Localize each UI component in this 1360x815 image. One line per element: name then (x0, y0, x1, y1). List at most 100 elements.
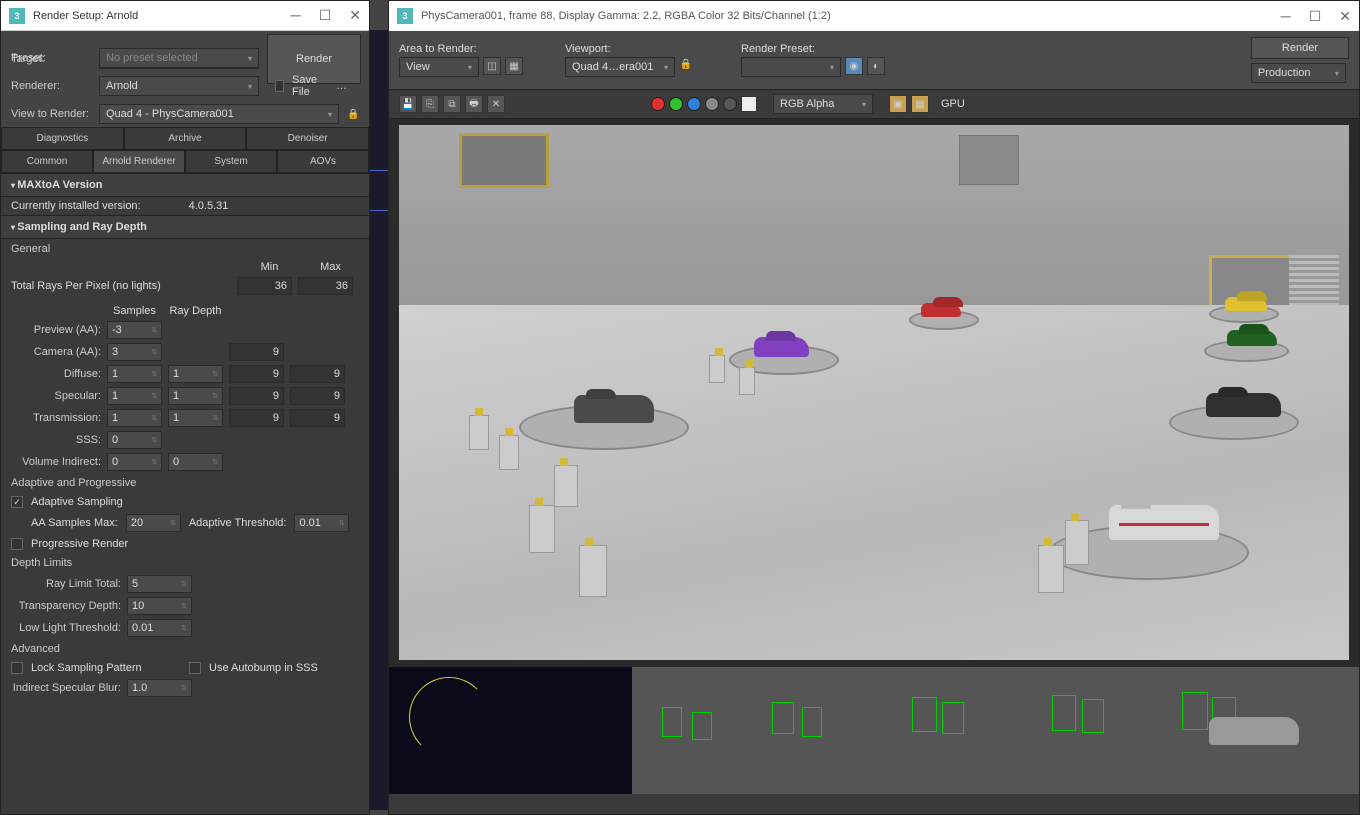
window-title: Render Setup: Arnold (33, 10, 138, 22)
renderer-dropdown[interactable]: Arnold (99, 76, 259, 96)
area-dropdown[interactable]: View (399, 57, 479, 77)
maxtoa-header[interactable]: MAXtoA Version (1, 173, 369, 197)
row-label: Volume Indirect: (11, 456, 101, 468)
maximize-icon[interactable]: ☐ (319, 7, 332, 24)
adaptive-threshold-spinner[interactable]: 0.01 (294, 514, 349, 532)
render-preset-dropdown[interactable] (741, 57, 841, 77)
raydepth-header: Ray Depth (168, 305, 223, 317)
value-1: 9 (229, 343, 284, 361)
mono-channel-icon[interactable] (723, 97, 737, 111)
preset-icon-1[interactable]: ◉ (845, 57, 863, 75)
adaptive-sampling-label: Adaptive Sampling (31, 496, 123, 508)
green-channel-icon[interactable] (669, 97, 683, 111)
samples-spinner[interactable]: 0 (107, 431, 162, 449)
preset-icon-2[interactable]: ◐ (867, 57, 885, 75)
sampling-row: Preview (AA): -3 (1, 319, 369, 341)
view-to-render-label: View to Render: (11, 108, 91, 120)
close-icon[interactable]: ✕ (1339, 8, 1351, 25)
save-file-checkbox[interactable] (275, 80, 284, 92)
row-label: Preview (AA): (11, 324, 101, 336)
installed-version-label: Currently installed version: (11, 200, 141, 212)
low-light-label: Low Light Threshold: (11, 622, 121, 634)
depth-spinner[interactable]: 1 (168, 387, 223, 405)
blue-channel-icon[interactable] (687, 97, 701, 111)
indirect-specular-label: Indirect Specular Blur: (11, 682, 121, 694)
tabs-row-2: Common Arnold Renderer System AOVs (1, 150, 369, 173)
lock-sampling-label: Lock Sampling Pattern (31, 662, 181, 674)
samples-spinner[interactable]: 1 (107, 365, 162, 383)
minimize-icon[interactable]: ─ (291, 7, 301, 24)
fb-icon-2[interactable]: ▦ (911, 95, 929, 113)
viewport-dropdown[interactable]: Quad 4…era001 (565, 57, 675, 77)
autobump-checkbox[interactable] (189, 662, 201, 674)
ray-limit-spinner[interactable]: 5 (127, 575, 192, 593)
autobump-label: Use Autobump in SSS (209, 662, 318, 674)
area-to-render-label: Area to Render: (399, 43, 539, 55)
tab-aovs[interactable]: AOVs (277, 150, 369, 173)
channel-dropdown[interactable]: RGB Alpha (773, 94, 873, 114)
samples-spinner[interactable]: 1 (107, 409, 162, 427)
samples-header: Samples (107, 305, 162, 317)
wireframe-viewport[interactable] (389, 667, 1359, 794)
render-window-title: PhysCamera001, frame 88, Display Gamma: … (421, 10, 831, 22)
crop-icon[interactable]: ▦ (505, 57, 523, 75)
samples-spinner[interactable]: 1 (107, 387, 162, 405)
red-channel-icon[interactable] (651, 97, 665, 111)
adaptive-header: Adaptive and Progressive (1, 473, 369, 493)
adaptive-sampling-checkbox[interactable] (11, 496, 23, 508)
min-header: Min (242, 261, 297, 273)
alpha-channel-icon[interactable] (705, 97, 719, 111)
samples-spinner[interactable]: -3 (107, 321, 162, 339)
view-to-render-dropdown[interactable]: Quad 4 - PhysCamera001 (99, 104, 339, 124)
transparency-depth-spinner[interactable]: 10 (127, 597, 192, 615)
swatch-icon[interactable] (741, 96, 757, 112)
transparency-depth-label: Transparency Depth: (11, 600, 121, 612)
sampling-row: SSS:0 (1, 429, 369, 451)
render-button-main[interactable]: Render (1251, 37, 1349, 59)
maximize-icon[interactable]: ☐ (1309, 8, 1322, 25)
save-icon[interactable]: 💾 (399, 95, 417, 113)
copy-icon[interactable]: ⎘ (421, 95, 439, 113)
low-light-spinner[interactable]: 0.01 (127, 619, 192, 637)
sampling-header[interactable]: Sampling and Ray Depth (1, 215, 369, 239)
render-preset-label: Render Preset: (741, 43, 901, 55)
viewport-lock-icon[interactable] (679, 57, 693, 71)
sampling-row: Camera (AA):39 (1, 341, 369, 363)
save-file-browse[interactable]: … (332, 78, 351, 94)
clone-icon[interactable]: ⧉ (443, 95, 461, 113)
minimize-icon[interactable]: ─ (1281, 8, 1291, 25)
lock-icon[interactable] (347, 107, 359, 121)
tab-archive[interactable]: Archive (124, 127, 247, 150)
depth-spinner[interactable]: 1 (168, 409, 223, 427)
depth-spinner[interactable]: 1 (168, 365, 223, 383)
tab-common[interactable]: Common (1, 150, 93, 173)
progressive-checkbox[interactable] (11, 538, 23, 550)
sampling-row: Transmission:1199 (1, 407, 369, 429)
tab-system[interactable]: System (185, 150, 277, 173)
max-header: Max (303, 261, 358, 273)
lock-sampling-checkbox[interactable] (11, 662, 23, 674)
samples-spinner[interactable]: 3 (107, 343, 162, 361)
delete-icon[interactable]: ✕ (487, 95, 505, 113)
tab-diagnostics[interactable]: Diagnostics (1, 127, 124, 150)
preset-dropdown[interactable]: No preset selected (99, 48, 259, 68)
close-icon[interactable]: ✕ (349, 7, 361, 24)
save-file-label: Save File (292, 74, 324, 98)
installed-version: 4.0.5.31 (189, 200, 229, 212)
aa-max-spinner[interactable]: 20 (126, 514, 181, 532)
value-2: 9 (290, 409, 345, 427)
production-dropdown[interactable]: Production (1251, 63, 1346, 83)
print-icon[interactable]: 🖶 (465, 95, 483, 113)
tab-arnold-renderer[interactable]: Arnold Renderer (93, 150, 185, 173)
gpu-label: GPU (941, 98, 965, 110)
samples-spinner[interactable]: 0 (107, 453, 162, 471)
app-icon: 3 (9, 8, 25, 24)
region-icon[interactable]: ◫ (483, 57, 501, 75)
render-viewport[interactable] (389, 119, 1359, 667)
fb-icon-1[interactable]: ▣ (889, 95, 907, 113)
depth-spinner[interactable]: 0 (168, 453, 223, 471)
indirect-specular-spinner[interactable]: 1.0 (127, 679, 192, 697)
value-2: 9 (290, 387, 345, 405)
tab-denoiser[interactable]: Denoiser (246, 127, 369, 150)
sampling-row: Volume Indirect: 00 (1, 451, 369, 473)
